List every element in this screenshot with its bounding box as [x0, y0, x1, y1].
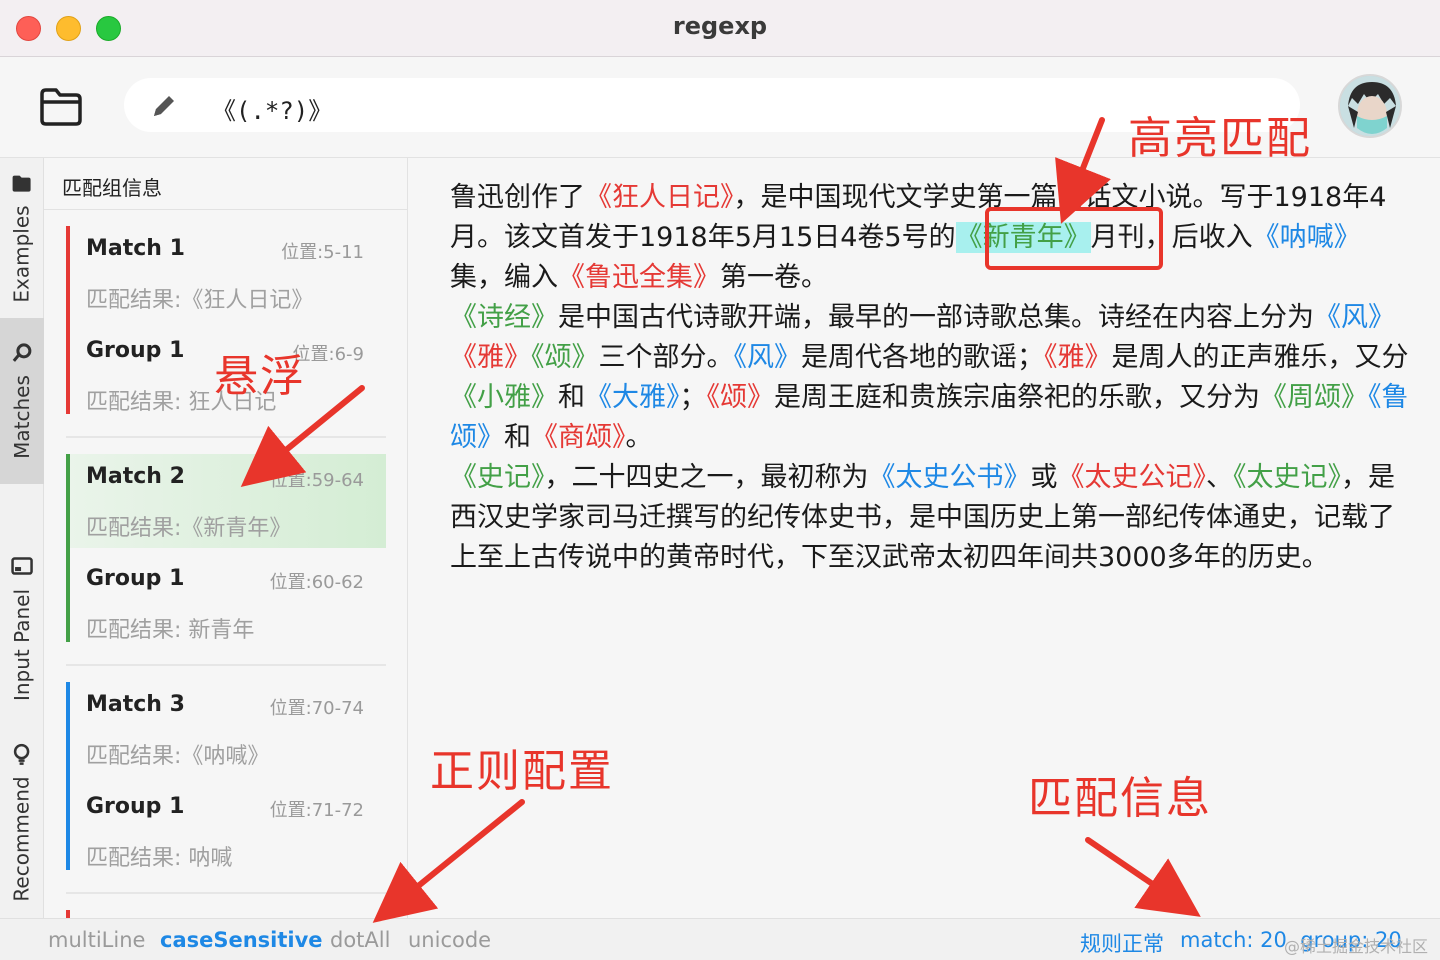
arrow-regex-config: [372, 799, 525, 923]
annotation-arrows: [240, 117, 1201, 923]
arrow-match-info: [1085, 837, 1201, 917]
arrow-highlight: [1055, 117, 1111, 224]
arrow-hover: [240, 385, 365, 487]
app-window: regexp 《(.*?)》 Examples Matches Input Pa…: [0, 0, 1440, 960]
